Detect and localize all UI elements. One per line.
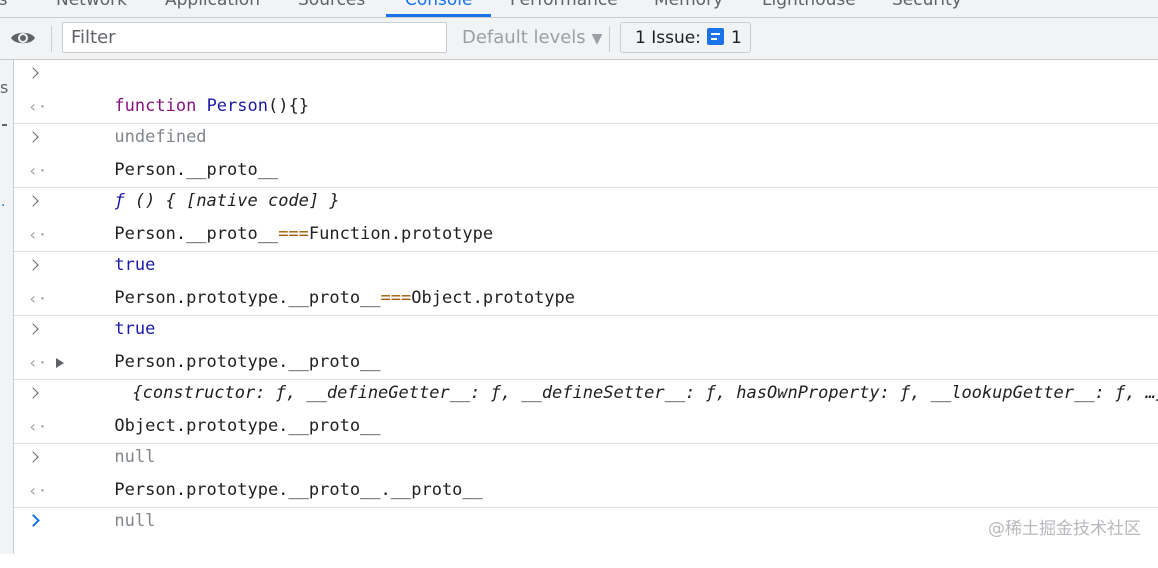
return-arrow-icon: ‹·	[28, 353, 48, 372]
console-entry: Object.prototype.__proto__ ‹· null	[14, 380, 1158, 467]
console-entry: function Person(){} ‹· undefined	[14, 60, 1158, 147]
console-output[interactable]: ‹· ƒ () { [native code] }	[14, 155, 1158, 211]
tab-performance[interactable]: Performance	[510, 0, 618, 17]
caret-down-icon: ▼	[591, 31, 603, 47]
console-input[interactable]: Person.prototype.__proto__===Object.prot…	[14, 252, 1158, 308]
chevron-right-icon	[27, 131, 39, 143]
return-arrow-icon: ‹·	[28, 481, 48, 500]
toolbar-divider	[609, 26, 610, 52]
console-output: ‹· null	[14, 411, 1158, 467]
console-output: ‹· true	[14, 219, 1158, 275]
console-output: ‹· null	[14, 475, 1158, 531]
tab-memory[interactable]: Memory	[654, 0, 723, 17]
console-input[interactable]: function Person(){}	[14, 60, 1158, 116]
eye-icon[interactable]	[10, 28, 36, 48]
return-arrow-icon: ‹·	[28, 161, 48, 180]
console-output-object[interactable]: ‹· {constructor: ƒ, __defineGetter__: ƒ, …	[14, 347, 1158, 403]
issues-count: 1	[731, 28, 742, 48]
console-entry: Person.__proto__ ‹· ƒ () { [native code] …	[14, 124, 1158, 211]
return-arrow-icon: ‹·	[28, 97, 48, 116]
chevron-right-icon	[27, 67, 39, 79]
console-entry: Person.prototype.__proto__ ‹· {constructo…	[14, 316, 1158, 403]
sidebar-indicator-icon: ·	[1, 198, 6, 214]
tab-sources[interactable]: Sources	[298, 0, 365, 17]
console-input[interactable]: Person.prototype.__proto__.__proto__	[14, 444, 1158, 500]
chevron-right-icon	[27, 387, 39, 399]
tab-lighthouse[interactable]: Lighthouse	[762, 0, 856, 17]
console-input[interactable]: Person.prototype.__proto__	[14, 316, 1158, 372]
tab-elements[interactable]: ts	[0, 0, 8, 17]
return-arrow-icon: ‹·	[28, 417, 48, 436]
devtools-tab-strip: ts Network Application Sources Console P…	[0, 0, 1158, 18]
active-tab-indicator	[386, 14, 491, 17]
console-input[interactable]: Object.prototype.__proto__	[14, 380, 1158, 436]
tab-network[interactable]: Network	[56, 0, 127, 17]
chevron-right-icon	[27, 195, 39, 207]
console-entry: Person.__proto__===Function.prototype ‹·…	[14, 188, 1158, 275]
console-entry: Person.prototype.__proto__===Object.prot…	[14, 252, 1158, 339]
chevron-right-icon	[27, 259, 39, 271]
watermark: @稀土掘金技术社区	[988, 519, 1141, 539]
default-levels-label: Default levels	[462, 27, 586, 48]
issues-button[interactable]: 1 Issue: 1	[620, 22, 751, 53]
chevron-right-icon	[27, 451, 39, 463]
console-output: ‹· true	[14, 283, 1158, 339]
console-output: ‹· undefined	[14, 91, 1158, 147]
console-sidebar-edge: s ·	[0, 60, 14, 554]
console-toolbar: Default levels ▼ 1 Issue: 1	[0, 18, 1158, 60]
console-prompt-chevron-icon[interactable]	[27, 514, 40, 527]
return-arrow-icon: ‹·	[28, 289, 48, 308]
sidebar-text-fragment: s	[0, 78, 9, 97]
console-input[interactable]: Person.__proto__	[14, 124, 1158, 180]
return-arrow-icon: ‹·	[28, 225, 48, 244]
console-messages: function Person(){} ‹· undefined Person._…	[14, 60, 1158, 554]
tab-application[interactable]: Application	[165, 0, 260, 17]
default-levels-dropdown[interactable]: Default levels ▼	[462, 27, 602, 48]
sidebar-divider	[2, 124, 7, 126]
toolbar-divider	[51, 26, 52, 52]
expand-triangle-icon[interactable]	[56, 358, 64, 368]
issues-label: 1 Issue:	[635, 28, 701, 48]
console-entry: Person.prototype.__proto__.__proto__ ‹· n…	[14, 444, 1158, 531]
issue-message-icon	[707, 28, 724, 45]
chevron-right-icon	[27, 323, 39, 335]
console-input[interactable]: Person.__proto__===Function.prototype	[14, 188, 1158, 244]
filter-input[interactable]	[62, 22, 447, 53]
tab-security[interactable]: Security	[892, 0, 962, 17]
